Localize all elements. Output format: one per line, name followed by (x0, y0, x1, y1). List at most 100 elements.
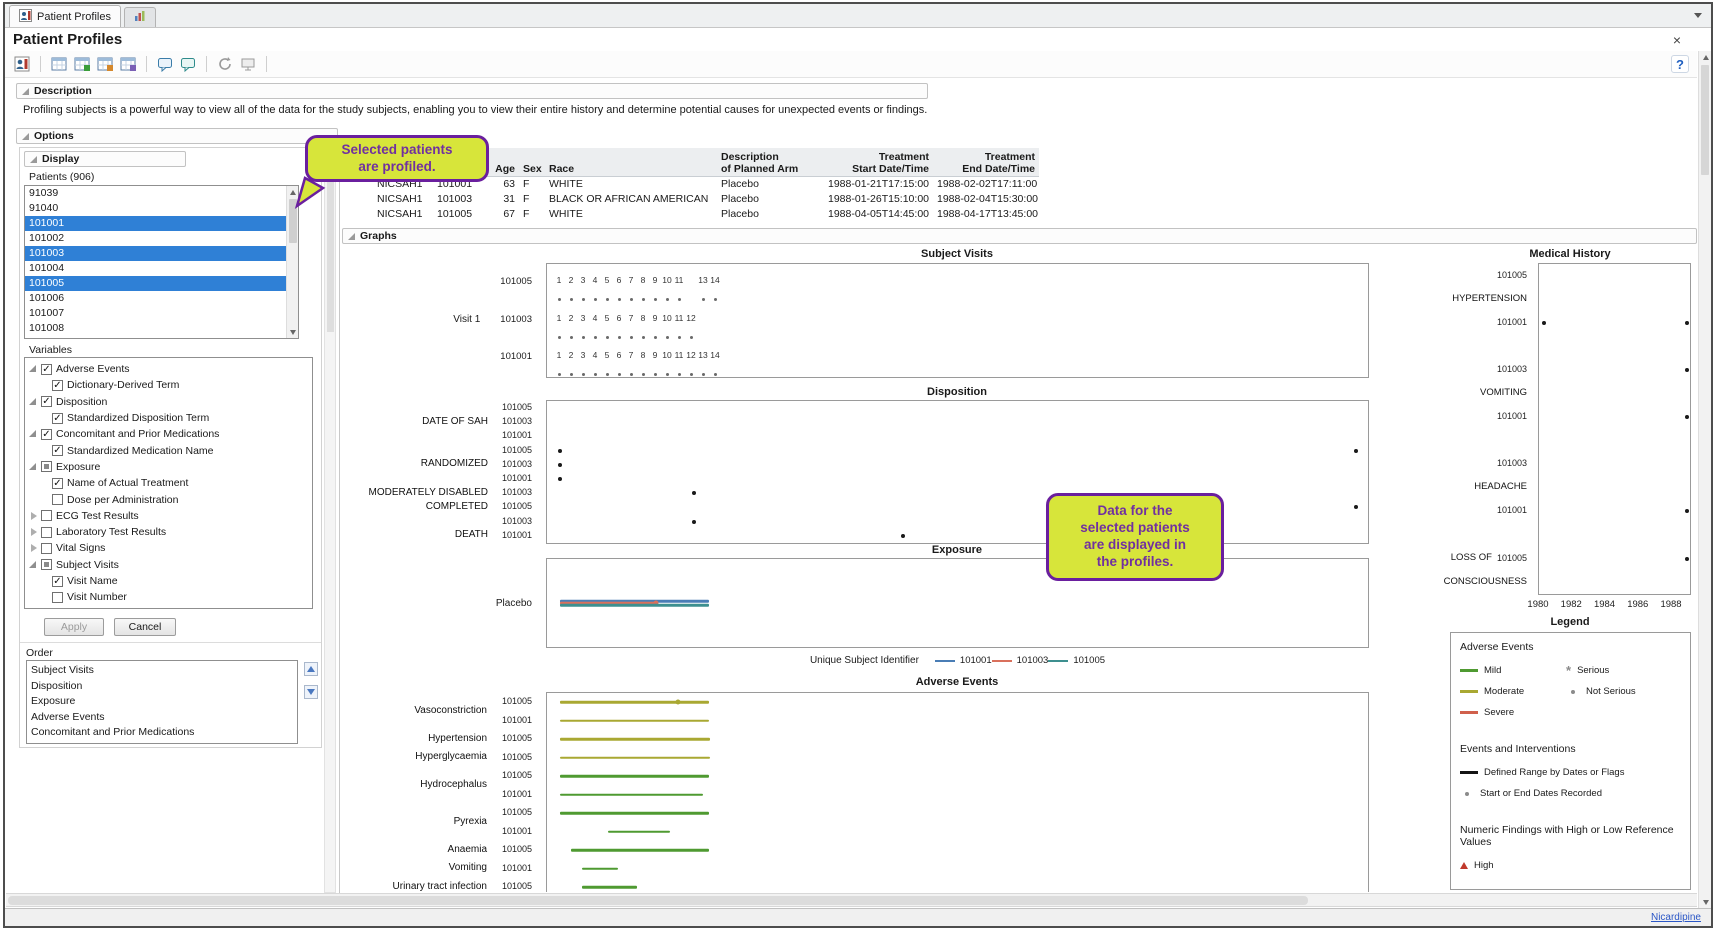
adverse-events-plot[interactable] (546, 692, 1369, 892)
scroll-down-icon[interactable] (1700, 896, 1711, 908)
checkbox[interactable]: ✓ (52, 445, 63, 456)
description-section-header[interactable]: Description (16, 83, 928, 99)
checkbox[interactable] (41, 559, 52, 570)
display-section-header[interactable]: Display (24, 151, 186, 167)
subject-visits-plot[interactable]: 1234567891011131412345678910111212345678… (546, 263, 1369, 378)
order-list-item[interactable]: Subject Visits (27, 663, 297, 679)
move-down-button[interactable] (304, 685, 318, 699)
order-listbox[interactable]: Subject VisitsDispositionExposureAdverse… (26, 660, 298, 744)
horizontal-scrollbar[interactable] (6, 893, 1697, 907)
variable-row[interactable]: Dose per Administration (25, 491, 312, 507)
exposure-plot[interactable] (546, 558, 1369, 648)
variable-row[interactable]: Exposure (25, 459, 312, 475)
log-bubble-icon[interactable] (179, 56, 197, 73)
data-table-icon[interactable] (119, 56, 137, 73)
column-header[interactable]: Treatment Start Date/Time (821, 150, 933, 176)
variable-row[interactable]: ✓Standardized Medication Name (25, 442, 312, 458)
checkbox[interactable]: ✓ (41, 429, 52, 440)
rerun-icon[interactable] (216, 56, 234, 73)
tab-patient-profiles[interactable]: Patient Profiles (9, 5, 121, 27)
data-table-icon[interactable] (96, 56, 114, 73)
patient-list-item[interactable]: 101004 (25, 261, 286, 276)
move-up-button[interactable] (304, 662, 318, 676)
options-panel-scrollbar[interactable] (324, 147, 336, 893)
graphs-section-header[interactable]: Graphs (342, 228, 1697, 244)
tree-expander-icon[interactable] (28, 560, 40, 570)
patient-list-item[interactable]: 101003 (25, 246, 286, 261)
patients-listbox[interactable]: 9103991040101001101002101003101004101005… (24, 185, 299, 339)
checkbox[interactable] (41, 543, 52, 554)
data-table-icon[interactable] (73, 56, 91, 73)
profile-report-icon[interactable] (13, 56, 31, 73)
script-bubble-icon[interactable] (156, 56, 174, 73)
order-list-item[interactable]: Exposure (27, 694, 297, 710)
patient-list-item[interactable]: 101007 (25, 306, 286, 321)
checkbox[interactable] (41, 527, 52, 538)
variable-row[interactable]: ECG Test Results (25, 508, 312, 524)
checkbox[interactable] (41, 461, 52, 472)
patient-list-item[interactable]: 91040 (25, 201, 286, 216)
tree-expander-icon[interactable] (28, 527, 40, 537)
column-header[interactable]: Age (489, 162, 519, 176)
variable-row[interactable]: Vital Signs (25, 540, 312, 556)
close-icon[interactable]: × (1673, 32, 1681, 48)
checkbox[interactable]: ✓ (52, 478, 63, 489)
scrollbar-thumb[interactable] (8, 896, 1308, 905)
patient-list-item[interactable]: 101005 (25, 276, 286, 291)
scroll-down-icon[interactable] (287, 326, 298, 338)
variable-row[interactable]: Subject Visits (25, 557, 312, 573)
help-button[interactable]: ? (1671, 55, 1689, 73)
tree-expander-icon[interactable] (28, 364, 40, 374)
presentation-icon[interactable] (239, 56, 257, 73)
order-list-item[interactable]: Adverse Events (27, 710, 297, 726)
dataset-link[interactable]: Nicardipine (1651, 912, 1701, 923)
medical-history-plot[interactable] (1538, 263, 1691, 595)
checkbox[interactable]: ✓ (41, 364, 52, 375)
variable-row[interactable]: ✓Adverse Events (25, 361, 312, 377)
apply-button[interactable]: Apply (44, 618, 104, 636)
patient-list-item[interactable]: 101008 (25, 321, 286, 336)
vertical-scrollbar[interactable] (1698, 51, 1711, 908)
variable-row[interactable]: ✓Name of Actual Treatment (25, 475, 312, 491)
variable-row[interactable]: ✓Visit Name (25, 573, 312, 589)
patient-list-item[interactable]: 101002 (25, 231, 286, 246)
column-header[interactable]: Description of Planned Arm (717, 150, 821, 176)
checkbox[interactable] (52, 592, 63, 603)
table-row[interactable]: NICSAH110100567FWHITEPlacebo1988-04-05T1… (373, 207, 1039, 222)
data-table-icon[interactable] (50, 56, 68, 73)
patient-list-item[interactable]: 101006 (25, 291, 286, 306)
panel-splitter[interactable] (339, 147, 340, 893)
scrollbar-thumb[interactable] (1701, 65, 1709, 175)
tree-expander-icon[interactable] (28, 511, 40, 521)
checkbox[interactable]: ✓ (41, 396, 52, 407)
tree-expander-icon[interactable] (28, 462, 40, 472)
checkbox[interactable]: ✓ (52, 413, 63, 424)
variable-row[interactable]: ✓Disposition (25, 394, 312, 410)
options-section-header[interactable]: Options (16, 128, 338, 144)
tab-report[interactable] (124, 7, 156, 27)
tree-expander-icon[interactable] (28, 397, 40, 407)
column-header[interactable]: Treatment End Date/Time (933, 150, 1039, 176)
patient-list-item[interactable]: 101001 (25, 216, 286, 231)
column-header[interactable]: Race (545, 162, 717, 176)
checkbox[interactable] (52, 494, 63, 505)
tab-overflow-button[interactable] (1691, 9, 1705, 23)
scroll-up-icon[interactable] (1700, 51, 1711, 63)
variable-row[interactable]: Laboratory Test Results (25, 524, 312, 540)
checkbox[interactable]: ✓ (52, 380, 63, 391)
column-header[interactable]: Sex (519, 162, 545, 176)
tree-expander-icon[interactable] (28, 429, 40, 439)
disposition-plot[interactable] (546, 400, 1369, 544)
checkbox[interactable]: ✓ (52, 576, 63, 587)
variables-tree[interactable]: ✓Adverse Events✓Dictionary-Derived Term✓… (24, 357, 313, 609)
variable-row[interactable]: Visit Number (25, 589, 312, 605)
variable-row[interactable]: ✓Standardized Disposition Term (25, 410, 312, 426)
order-list-item[interactable]: Disposition (27, 679, 297, 695)
tree-expander-icon[interactable] (28, 543, 40, 553)
variable-row[interactable]: ✓Dictionary-Derived Term (25, 377, 312, 393)
checkbox[interactable] (41, 510, 52, 521)
scrollbar-thumb[interactable] (327, 162, 334, 332)
cancel-button[interactable]: Cancel (114, 618, 176, 636)
variable-row[interactable]: ✓Concomitant and Prior Medications (25, 426, 312, 442)
patient-list-item[interactable]: 91039 (25, 186, 286, 201)
